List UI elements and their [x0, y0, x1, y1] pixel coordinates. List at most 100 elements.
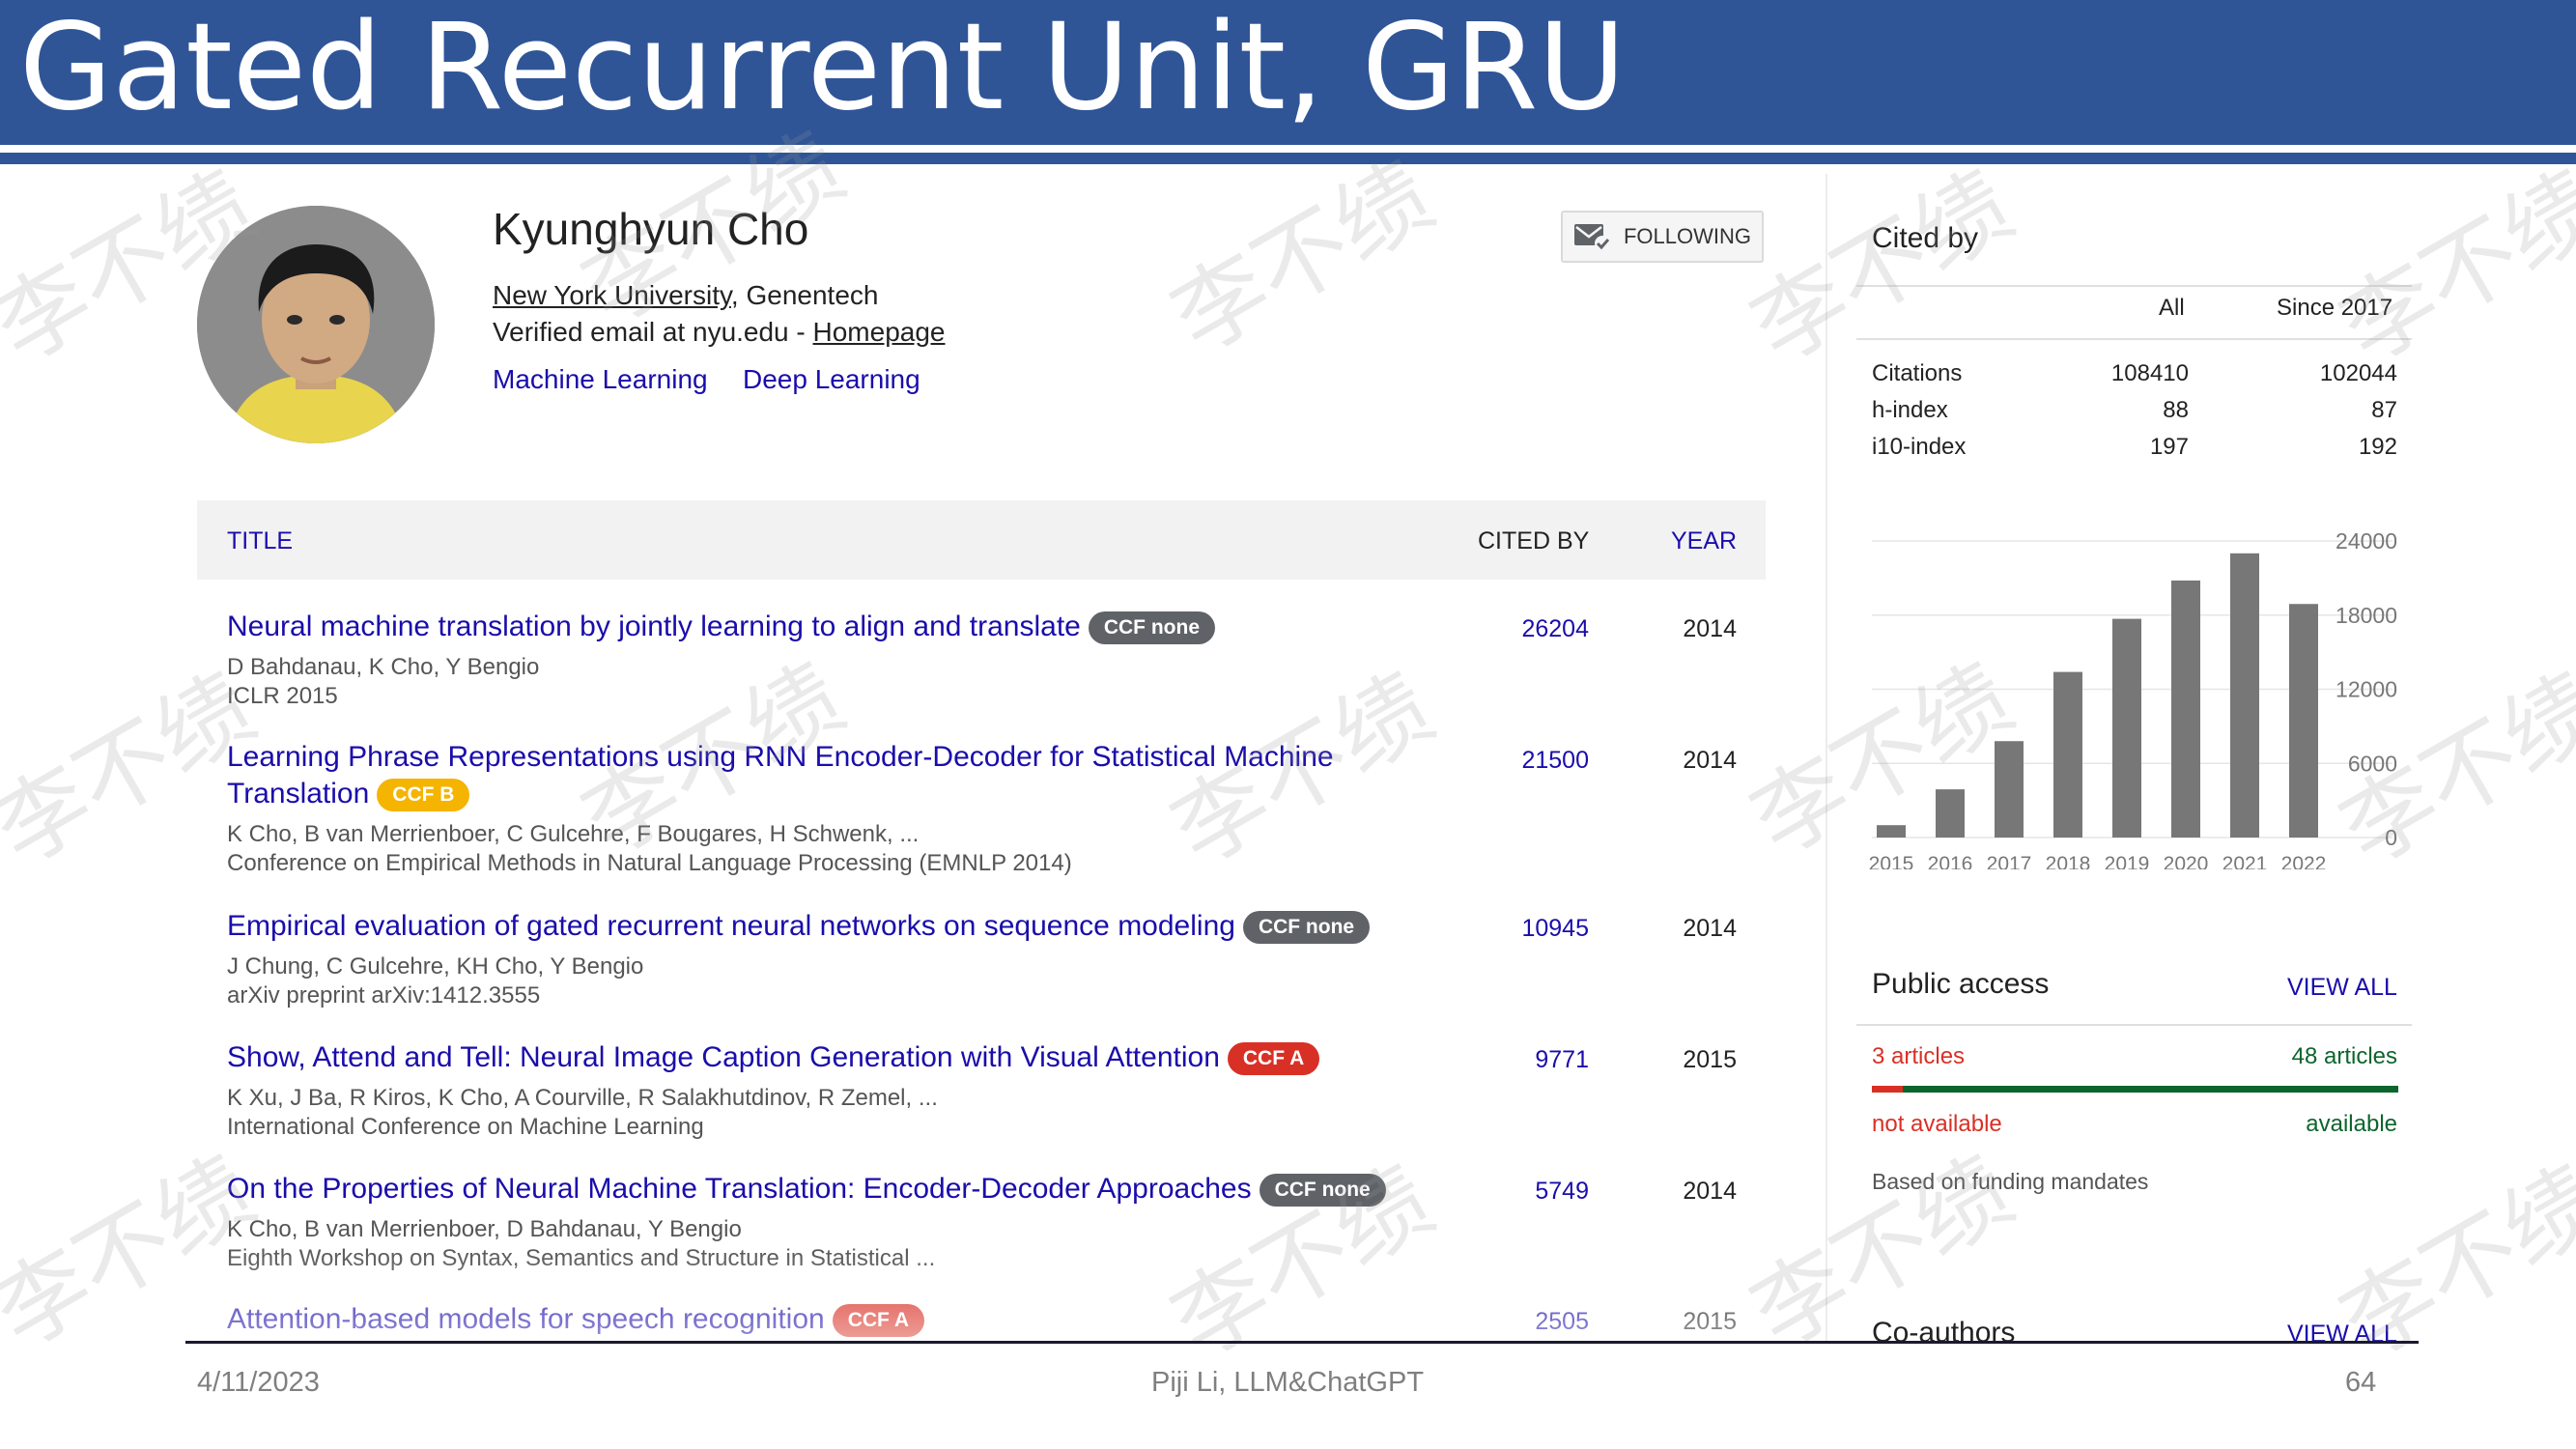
cited-by-col-since: Since 2017: [2277, 295, 2393, 321]
slide-number: 64: [2345, 1367, 2377, 1398]
publication-year: 2014: [1683, 615, 1737, 642]
coauthors-view-all-link[interactable]: VIEW ALL: [2287, 1321, 2397, 1343]
available-label: available: [2306, 1111, 2397, 1137]
column-year[interactable]: YEAR: [1671, 527, 1737, 555]
publication-year: 2015: [1683, 1046, 1737, 1073]
cited-by-title: Cited by: [1872, 222, 1979, 254]
coauthors-title: Co-authors: [1872, 1317, 2016, 1343]
publication-title-link[interactable]: Empirical evaluation of gated recurrent …: [227, 908, 1425, 945]
publication-authors: K Xu, J Ba, R Kiros, K Cho, A Courville,…: [227, 1085, 938, 1111]
publication-title[interactable]: Show, Attend and Tell: Neural Image Capt…: [227, 1041, 1220, 1073]
chart-bar-2022[interactable]: [2289, 604, 2318, 838]
publication-authors: K Cho, B van Merrienboer, D Bahdanau, Y …: [227, 1216, 742, 1242]
cited-by-count[interactable]: 21500: [1454, 747, 1589, 775]
publication-title-link[interactable]: Attention-based models for speech recogn…: [227, 1301, 1425, 1338]
email-line: Verified email at nyu.edu - Homepage: [493, 317, 946, 348]
cited-by-count[interactable]: 26204: [1454, 615, 1589, 643]
footer-date: 4/11/2023: [197, 1367, 320, 1398]
mail-check-icon: [1573, 224, 1610, 251]
chart-x-tick-label: 2016: [1928, 853, 1973, 869]
public-access-view-all-link[interactable]: VIEW ALL: [2287, 974, 2397, 1002]
footer-rule: [185, 1341, 2419, 1344]
ccf-badge: CCF none: [1088, 611, 1215, 645]
affiliation-rest: , Genentech: [730, 280, 879, 310]
publication-title-link[interactable]: Show, Attend and Tell: Neural Image Capt…: [227, 1039, 1425, 1076]
metric-all: 197: [2149, 434, 2189, 460]
publication-year: 2014: [1683, 1178, 1737, 1205]
public-access-title: Public access: [1872, 968, 2050, 1000]
publication-venue: Eighth Workshop on Syntax, Semantics and…: [227, 1245, 936, 1271]
publication-authors: J Chung, C Gulcehre, KH Cho, Y Bengio: [227, 953, 644, 980]
chart-x-tick-label: 2015: [1869, 853, 1914, 869]
publication-venue: arXiv preprint arXiv:1412.3555: [227, 982, 541, 1009]
chart-x-tick-label: 2020: [2164, 853, 2209, 869]
public-access-rule: [1856, 1024, 2412, 1026]
chart-bar-2016[interactable]: [1936, 789, 1965, 838]
profile-name: Kyunghyun Cho: [493, 204, 809, 254]
watermark: 李不绩: [1154, 1146, 1450, 1379]
following-button[interactable]: FOLLOWING: [1561, 211, 1764, 263]
publication-venue: Conference on Empirical Methods in Natur…: [227, 850, 1072, 876]
metric-label: h-index: [1872, 397, 1948, 423]
chart-y-tick-label: 12000: [2335, 677, 2397, 702]
following-label: FOLLOWING: [1623, 224, 1751, 248]
metric-all: 88: [2163, 397, 2189, 423]
cited-by-count[interactable]: 2505: [1454, 1308, 1589, 1336]
coauthors-section: Co-authors VIEW ALL: [1856, 1309, 2412, 1343]
cited-by-count[interactable]: 9771: [1454, 1046, 1589, 1074]
chart-x-tick-label: 2021: [2222, 853, 2268, 869]
chart-bar-2019[interactable]: [2112, 618, 2141, 838]
citations-chart: 0 6000 12000 18000 24000 2015 2016 2017 2018 2019…: [1869, 528, 2397, 869]
metric-label: i10-index: [1872, 434, 1967, 460]
chart-bar-2018[interactable]: [2053, 671, 2082, 838]
homepage-link[interactable]: Homepage: [813, 317, 946, 347]
chart-x-tick-label: 2022: [2281, 853, 2327, 869]
publication-title[interactable]: Attention-based models for speech recogn…: [227, 1303, 825, 1335]
slide-title: Gated Recurrent Unit, GRU: [19, 0, 1626, 137]
ccf-badge: CCF B: [377, 779, 470, 812]
publication-year: 2014: [1683, 915, 1737, 942]
watermark: 李不绩: [2323, 151, 2576, 384]
interest-machine-learning[interactable]: Machine Learning: [493, 364, 708, 395]
column-title[interactable]: TITLE: [227, 527, 293, 555]
chart-y-tick-label: 6000: [2348, 751, 2397, 776]
chart-x-tick-label: 2018: [2046, 853, 2091, 869]
affiliation: New York University, Genentech: [493, 280, 878, 311]
publication-title[interactable]: Empirical evaluation of gated recurrent …: [227, 910, 1235, 942]
publication-authors: D Bahdanau, K Cho, Y Bengio: [227, 654, 540, 680]
metric-all: 108410: [2110, 360, 2189, 386]
watermark: 李不绩: [2323, 1146, 2576, 1379]
chart-bar-2021[interactable]: [2230, 553, 2259, 838]
avatar-portrait: [197, 206, 435, 443]
ccf-badge: CCF none: [1242, 911, 1371, 945]
chart-y-tick-label: 0: [2385, 825, 2397, 850]
header-rule: [0, 145, 2576, 153]
column-cited-by[interactable]: CITED BY: [1478, 527, 1589, 555]
affiliation-link[interactable]: New York University: [493, 280, 731, 310]
cited-by-rule: [1856, 285, 2412, 287]
chart-bar-2017[interactable]: [1995, 741, 2024, 838]
not-available-label: not available: [1872, 1111, 2002, 1137]
metric-since: 192: [2358, 434, 2397, 460]
avatar: [197, 206, 435, 443]
publication-title-link[interactable]: Neural machine translation by jointly le…: [227, 609, 1425, 645]
cited-by-rule: [1856, 338, 2412, 340]
not-available-count-link[interactable]: 3 articles: [1872, 1043, 1965, 1070]
publication-title-link[interactable]: On the Properties of Neural Machine Tran…: [227, 1171, 1425, 1208]
available-count-link[interactable]: 48 articles: [2287, 1043, 2397, 1070]
email-text: Verified email at nyu.edu -: [493, 317, 813, 347]
not-available-bar: [1872, 1086, 1903, 1093]
chart-x-tick-label: 2019: [2105, 853, 2150, 869]
publication-title-link[interactable]: Learning Phrase Representations using RN…: [227, 739, 1425, 812]
cited-by-col-all: All: [2159, 295, 2185, 321]
publication-title[interactable]: On the Properties of Neural Machine Tran…: [227, 1173, 1252, 1205]
chart-y-tick-label: 24000: [2335, 528, 2397, 554]
interest-deep-learning[interactable]: Deep Learning: [743, 364, 920, 395]
cited-by-count[interactable]: 10945: [1454, 915, 1589, 943]
cited-by-count[interactable]: 5749: [1454, 1178, 1589, 1206]
publication-venue: International Conference on Machine Lear…: [227, 1114, 704, 1140]
publication-title[interactable]: Neural machine translation by jointly le…: [227, 611, 1081, 642]
watermark: 李不绩: [1734, 151, 2029, 384]
chart-bar-2015[interactable]: [1877, 825, 1906, 838]
chart-bar-2020[interactable]: [2171, 580, 2200, 838]
